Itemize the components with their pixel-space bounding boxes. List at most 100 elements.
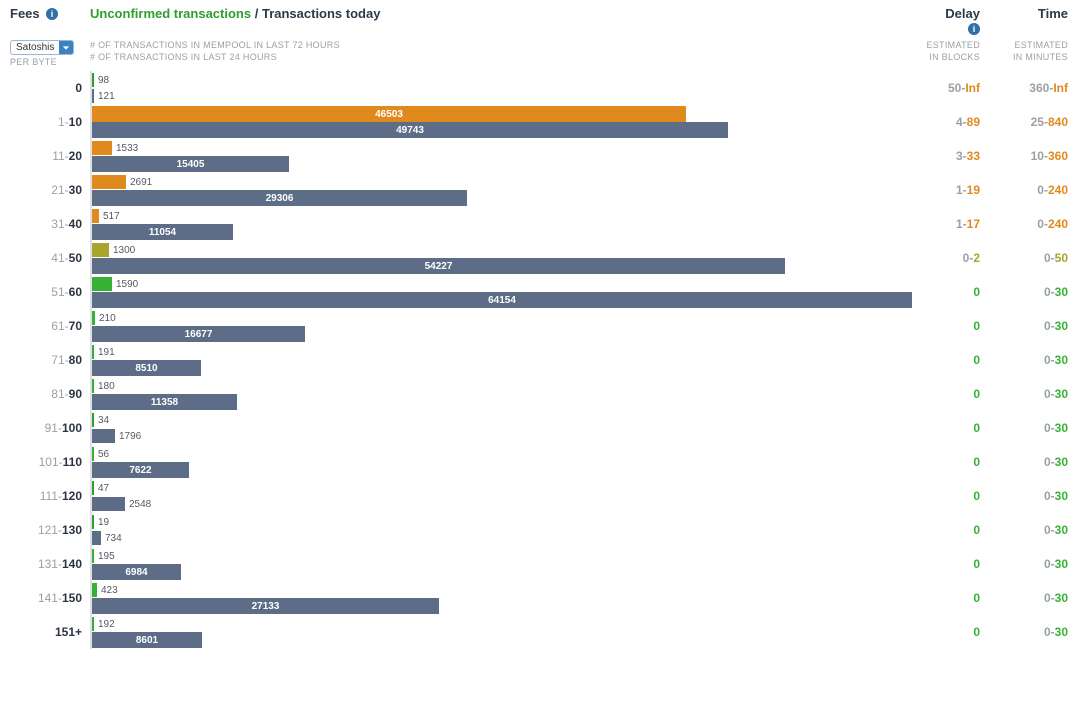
delay-value: 0 — [920, 319, 980, 333]
fee-range-start: 51- — [51, 285, 68, 299]
delay-value: 1-19 — [920, 183, 980, 197]
time-value: 0-30 — [1008, 319, 1068, 333]
mempool-bar[interactable] — [92, 141, 112, 155]
mempool-bar[interactable] — [92, 379, 94, 393]
fee-range-end: 60 — [69, 285, 82, 299]
mempool-bar[interactable] — [92, 209, 99, 223]
bar-cell: 4650349743 — [90, 105, 920, 139]
today-value: 6984 — [92, 564, 181, 580]
today-bar[interactable]: 6984 — [92, 564, 181, 580]
tab-unconfirmed[interactable]: Unconfirmed transactions — [90, 6, 251, 21]
today-bar[interactable]: 8601 — [92, 632, 202, 648]
table-row: 101-11056762200-30 — [10, 445, 1068, 479]
fee-range-start: 71- — [51, 353, 68, 367]
mempool-bar[interactable] — [92, 481, 94, 495]
mempool-value: 195 — [98, 551, 115, 562]
mempool-bar[interactable] — [92, 413, 94, 427]
table-row: 71-80191851000-30 — [10, 343, 1068, 377]
today-bar[interactable]: 29306 — [92, 190, 467, 206]
today-bar[interactable]: 8510 — [92, 360, 201, 376]
mempool-bar[interactable] — [92, 549, 94, 563]
mempool-bar[interactable] — [92, 447, 94, 461]
fee-range: 31-40 — [10, 207, 90, 241]
fee-range-start: 41- — [51, 251, 68, 265]
mempool-value: 517 — [103, 211, 120, 222]
fee-range: 1-10 — [10, 105, 90, 139]
mempool-bar[interactable] — [92, 175, 126, 189]
mempool-bar[interactable]: 46503 — [92, 106, 686, 122]
fee-range-end: 120 — [62, 489, 82, 503]
time-value: 0-30 — [1008, 455, 1068, 469]
today-bar[interactable]: 11054 — [92, 224, 233, 240]
info-icon[interactable]: i — [46, 8, 58, 20]
bar-cell: 210 16677 — [90, 309, 920, 343]
today-bar[interactable]: 16677 — [92, 326, 305, 342]
mempool-value: 192 — [98, 619, 115, 630]
table-row: 121-1301973400-30 — [10, 513, 1068, 547]
today-bar[interactable]: 11358 — [92, 394, 237, 410]
delay-value: 0 — [920, 625, 980, 639]
tab-today[interactable]: Transactions today — [262, 6, 380, 21]
today-bar[interactable] — [92, 429, 115, 443]
today-bar[interactable]: 7622 — [92, 462, 189, 478]
mempool-bar[interactable] — [92, 73, 94, 87]
today-bar[interactable]: 27133 — [92, 598, 439, 614]
fee-range-end: 80 — [69, 353, 82, 367]
bar-cell: 192 8601 — [90, 615, 920, 649]
today-bar[interactable] — [92, 89, 94, 103]
time-value: 0-30 — [1008, 591, 1068, 605]
time-value: 0-30 — [1008, 523, 1068, 537]
fee-range: 121-130 — [10, 513, 90, 547]
today-bar[interactable]: 49743 — [92, 122, 728, 138]
unit-select-label: Satoshis — [11, 41, 59, 54]
today-bar[interactable] — [92, 531, 101, 545]
mempool-bar[interactable] — [92, 277, 112, 291]
unit-select[interactable]: Satoshis — [10, 40, 74, 55]
time-value: 0-30 — [1008, 353, 1068, 367]
bar-cell: 517 11054 — [90, 207, 920, 241]
today-value: 8510 — [92, 360, 201, 376]
today-bar[interactable]: 15405 — [92, 156, 289, 172]
mempool-value: 191 — [98, 347, 115, 358]
bar-cell: 341796 — [90, 411, 920, 445]
info-icon[interactable]: i — [968, 23, 980, 35]
mempool-bar[interactable] — [92, 311, 95, 325]
today-value: 27133 — [92, 598, 439, 614]
mempool-bar[interactable] — [92, 515, 94, 529]
mempool-bar[interactable] — [92, 345, 94, 359]
time-value: 0-30 — [1008, 285, 1068, 299]
fee-range: 41-50 — [10, 241, 90, 275]
table-row: 151+192860100-30 — [10, 615, 1068, 649]
table-row: 131-140195698400-30 — [10, 547, 1068, 581]
today-value: 49743 — [92, 122, 728, 138]
bar-cell: 472548 — [90, 479, 920, 513]
bar-cell: 18011358 — [90, 377, 920, 411]
chevron-down-icon — [59, 41, 73, 54]
estimated-blocks-label: ESTIMATED IN BLOCKS — [920, 39, 980, 63]
bar-cell: 153315405 — [90, 139, 920, 173]
mempool-bar[interactable] — [92, 617, 94, 631]
fee-range: 101-110 — [10, 445, 90, 479]
tab-separator: / — [255, 6, 259, 21]
fee-range-start: 11- — [52, 149, 68, 163]
time-value: 0-30 — [1008, 421, 1068, 435]
mempool-bar[interactable] — [92, 583, 97, 597]
mempool-value: 210 — [99, 313, 116, 324]
bar-cell: 191 8510 — [90, 343, 920, 377]
time-value: 0-30 — [1008, 489, 1068, 503]
delay-value: 4-89 — [920, 115, 980, 129]
delay-value: 0 — [920, 489, 980, 503]
delay-value: 0-2 — [920, 251, 980, 265]
bar-cell: 567622 — [90, 445, 920, 479]
fee-range: 0 — [10, 71, 90, 105]
today-bar[interactable]: 54227 — [92, 258, 785, 274]
mempool-value: 1590 — [116, 279, 138, 290]
today-bar[interactable] — [92, 497, 125, 511]
today-value: 121 — [98, 91, 115, 102]
fee-range: 61-70 — [10, 309, 90, 343]
mempool-bar[interactable] — [92, 243, 109, 257]
fee-range-end: 30 — [69, 183, 82, 197]
today-bar[interactable]: 64154 — [92, 292, 912, 308]
mempool-value: 34 — [98, 415, 109, 426]
fee-range: 11-20 — [10, 139, 90, 173]
